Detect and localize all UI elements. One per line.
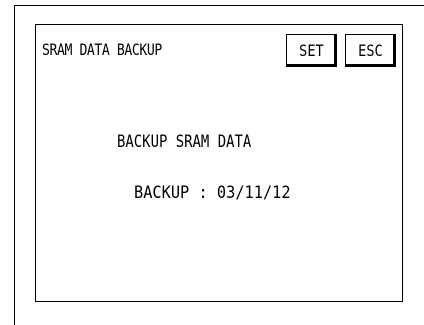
set-button[interactable]: SET bbox=[286, 34, 337, 67]
backup-status-text: BACKUP : 03/11/12 bbox=[134, 183, 291, 203]
screen-title: SRAM DATA BACKUP bbox=[42, 40, 162, 59]
esc-button[interactable]: ESC bbox=[345, 34, 396, 67]
set-button-label: SET bbox=[299, 41, 324, 60]
esc-button-label: ESC bbox=[358, 41, 383, 60]
sram-backup-screen: SRAM DATA BACKUP SET ESC BACKUP SRAM DAT… bbox=[35, 24, 403, 302]
backup-heading: BACKUP SRAM DATA bbox=[117, 132, 252, 152]
